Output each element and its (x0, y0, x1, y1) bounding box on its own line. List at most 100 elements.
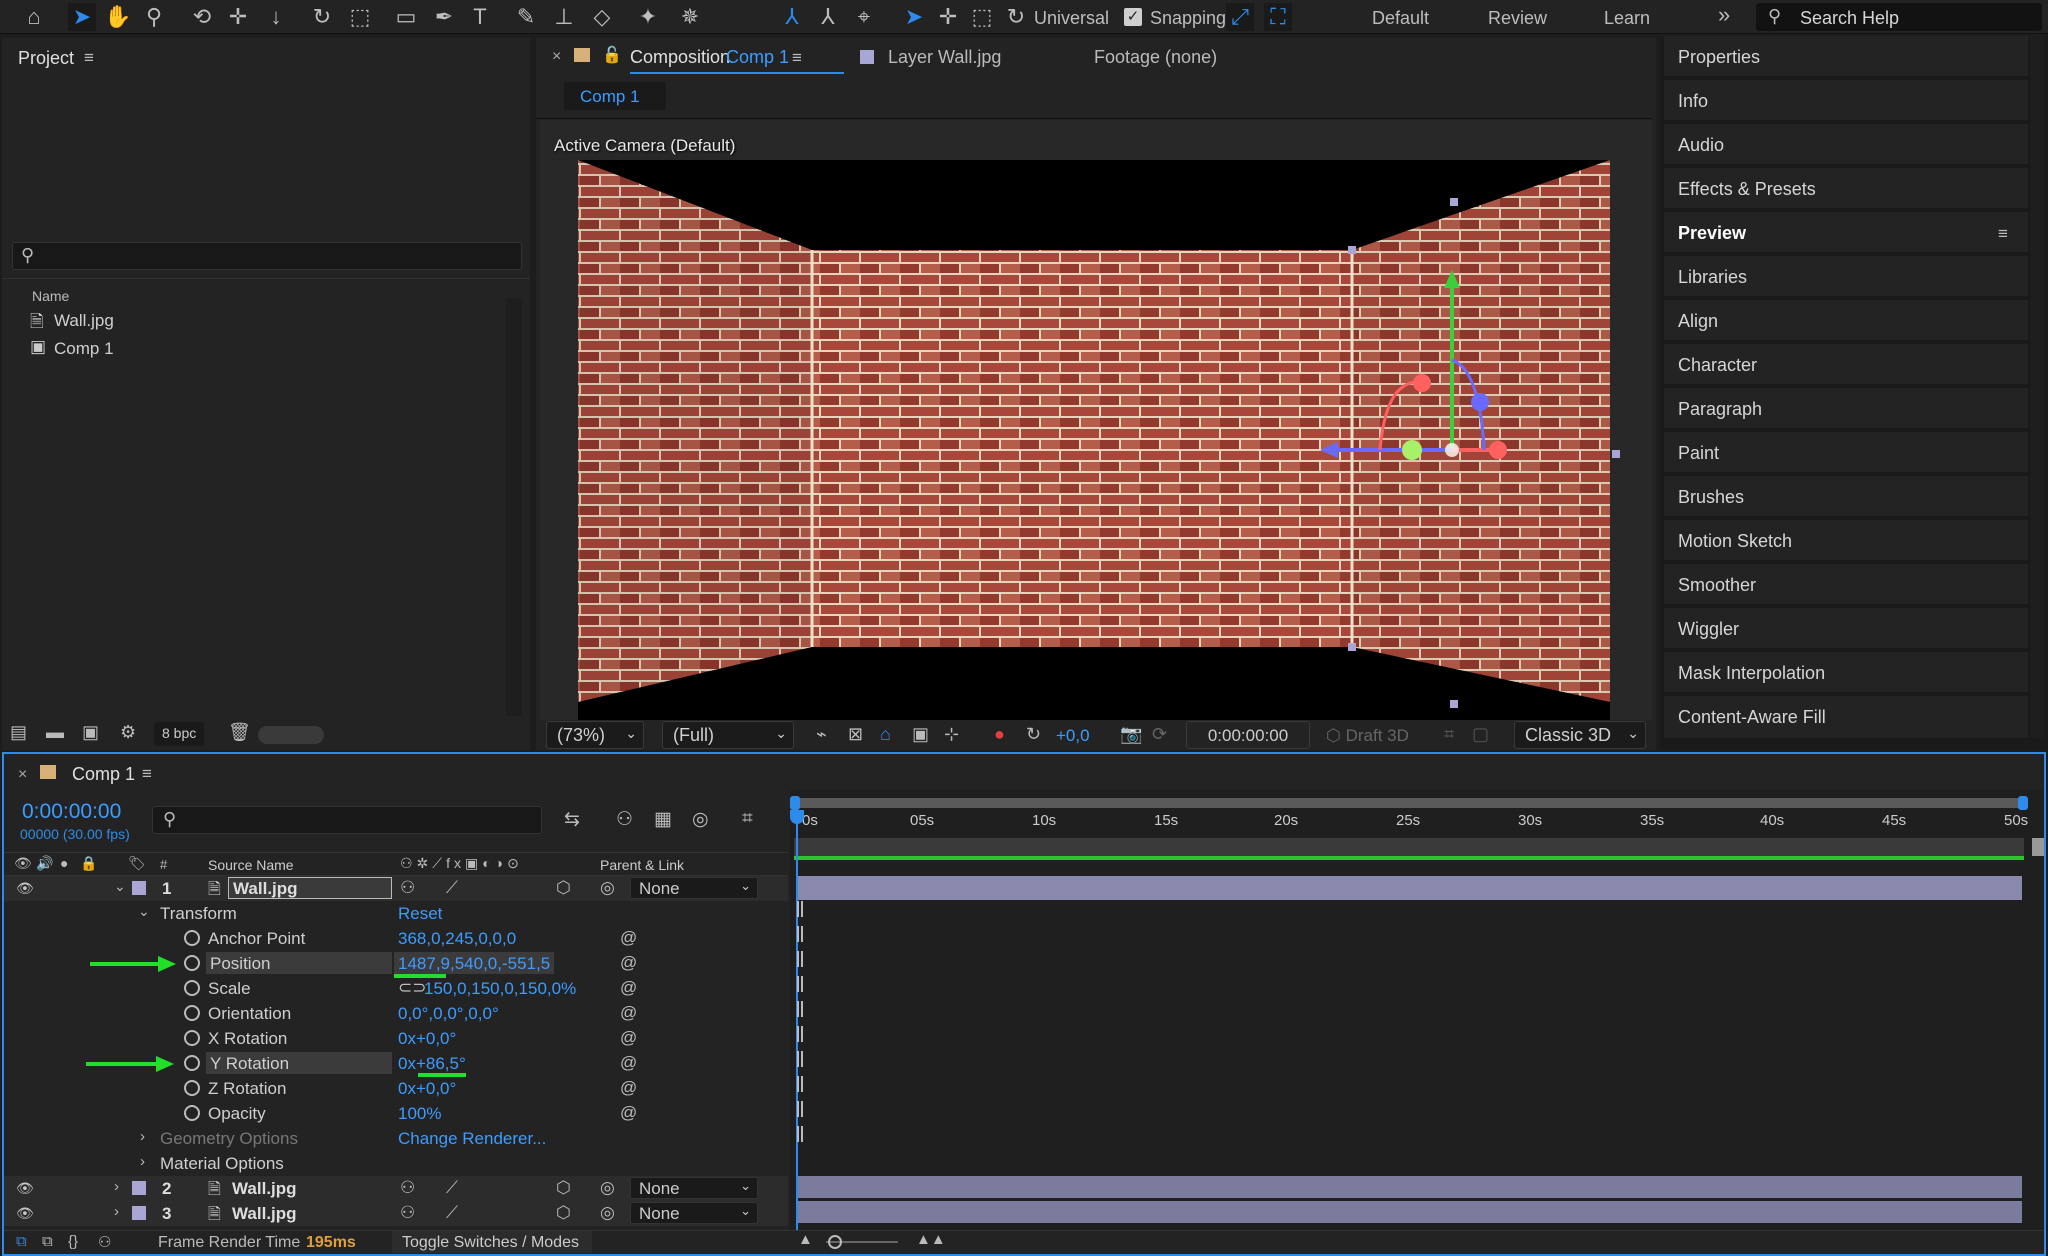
transparency-grid-icon[interactable]: ⊠ (848, 724, 863, 745)
local-axis-icon[interactable]: ⅄ (778, 3, 806, 31)
pen-tool-icon[interactable]: ✒ (430, 3, 458, 31)
3d-layer-switch-icon[interactable]: ⬡ (556, 1203, 571, 1223)
ground-plane-icon[interactable]: ▢ (1472, 724, 1489, 745)
universal-move-icon[interactable]: ➤ (900, 3, 928, 31)
rectangle-tool-icon[interactable]: ▭ (392, 3, 420, 31)
puppet-tool-icon[interactable]: ✵ (676, 3, 704, 31)
snapshot-icon[interactable]: 📷 (1120, 724, 1142, 745)
layer-bar-2[interactable] (796, 1176, 2022, 1198)
zoom-out-icon[interactable]: ▲ (798, 1231, 813, 1248)
keyframe-navigator[interactable] (797, 1001, 803, 1017)
footage-tab[interactable]: Footage (none) (1094, 47, 1217, 68)
constrain-proportions-icon[interactable]: ⊂⊃ (398, 978, 427, 998)
shy-switch-icon[interactable]: ⚇ (400, 1178, 415, 1198)
expression-pickwhip-icon[interactable]: @ (620, 1078, 637, 1098)
motion-blur-icon[interactable]: ◎ (692, 808, 709, 831)
property-value[interactable]: 0x+0,0° (398, 1029, 456, 1049)
quality-switch-icon[interactable]: ⟋ (446, 878, 458, 898)
move-gizmo-icon[interactable]: ✛ (934, 3, 962, 31)
parent-link-header[interactable]: Parent & Link (600, 857, 684, 873)
shy-switch-icon[interactable]: ⚇ (400, 878, 415, 898)
project-item[interactable]: ▣ Comp 1 (12, 336, 506, 362)
panel-libraries[interactable]: Libraries (1664, 256, 2028, 298)
pick-whip-icon[interactable]: ◎ (600, 878, 615, 898)
panel-menu-icon[interactable]: ≡ (142, 764, 152, 784)
timeline-track-area[interactable]: 0s 05s 10s 15s 20s 25s 30s 35s 40s 45s 5… (790, 790, 2044, 1230)
property-row-anchor-point[interactable]: Anchor Point 368,0,245,0,0,0 @ (4, 926, 788, 951)
change-renderer-link[interactable]: Change Renderer... (398, 1129, 546, 1149)
reset-transform-link[interactable]: Reset (398, 904, 442, 924)
stopwatch-icon[interactable] (184, 1030, 200, 1046)
property-value[interactable]: 0x+86,5° (398, 1054, 466, 1074)
composition-tab-title[interactable]: Composition (630, 47, 730, 68)
guides-icon[interactable]: ⊹ (944, 724, 959, 745)
column-header-name[interactable]: Name (32, 288, 69, 304)
layer-label-color[interactable] (132, 1181, 146, 1195)
3d-layer-switch-icon[interactable]: ⬡ (556, 878, 571, 898)
parent-dropdown[interactable]: None ⌄ (630, 1202, 758, 1224)
eye-icon[interactable]: 👁 (16, 880, 34, 897)
panel-audio[interactable]: Audio (1664, 124, 2028, 166)
view-axis-icon[interactable]: ⌖ (850, 3, 878, 31)
reset-exposure-icon[interactable]: ↻ (1026, 724, 1041, 745)
home-icon[interactable]: ⌂ (20, 3, 48, 31)
timeline-zoom-handle[interactable] (828, 1235, 842, 1249)
keyframe-navigator[interactable] (797, 901, 803, 917)
expression-pickwhip-icon[interactable]: @ (620, 1103, 637, 1123)
comp-flow-tab[interactable]: Comp 1 (564, 82, 666, 110)
chevron-down-icon[interactable]: ⌄ (138, 903, 150, 920)
quality-switch-icon[interactable]: ⟋ (446, 1203, 458, 1223)
property-value[interactable]: 368,0,245,0,0,0 (398, 929, 516, 949)
more-workspaces-button[interactable]: » (1718, 2, 1730, 28)
zoom-in-icon[interactable]: ▲▲ (916, 1231, 946, 1248)
panel-motion-sketch[interactable]: Motion Sketch (1664, 520, 2028, 562)
type-tool-icon[interactable]: T (466, 3, 494, 31)
layer-bar-3[interactable] (796, 1201, 2022, 1223)
property-value[interactable]: 0x+0,0° (398, 1079, 456, 1099)
layer-label-color[interactable] (132, 1206, 146, 1220)
roto-brush-icon[interactable]: ✦ (634, 3, 662, 31)
show-snapshot-icon[interactable]: ⟳ (1152, 724, 1167, 745)
fast-preview-icon[interactable]: ⌁ (816, 724, 827, 745)
frame-blending-icon[interactable]: ▦ (654, 808, 672, 831)
panel-wiggler[interactable]: Wiggler (1664, 608, 2028, 650)
work-area-end-handle[interactable] (2018, 796, 2028, 810)
right-panel-scrollbar[interactable] (2030, 38, 2044, 738)
property-value[interactable]: 100% (398, 1104, 441, 1124)
rotate-gizmo-icon[interactable]: ↻ (1002, 3, 1030, 31)
snapping-checkbox[interactable]: ✓ (1124, 8, 1142, 26)
property-value[interactable]: 150,0,150,0,150,0% (424, 979, 576, 999)
time-ruler[interactable]: 0s 05s 10s 15s 20s 25s 30s 35s 40s 45s 5… (790, 810, 2030, 832)
layer-name-field[interactable]: Wall.jpg (228, 877, 392, 899)
layer-name[interactable]: Wall.jpg (232, 1204, 297, 1224)
shy-layers-icon[interactable]: ⚇ (616, 808, 633, 831)
chevron-right-icon[interactable]: › (140, 1128, 145, 1145)
solo-toggle-icon[interactable]: ● (60, 855, 68, 871)
snap-features-icon[interactable]: ⛶ (1264, 3, 1292, 31)
panel-info[interactable]: Info (1664, 80, 2028, 122)
source-name-header[interactable]: Source Name (208, 857, 294, 873)
chevron-down-icon[interactable]: ⌄ (114, 878, 126, 895)
eraser-tool-icon[interactable]: ◇ (588, 3, 616, 31)
graph-editor-icon[interactable]: ⌗ (742, 808, 753, 830)
stopwatch-icon[interactable] (184, 1005, 200, 1021)
quality-switch-icon[interactable]: ⟋ (446, 1178, 458, 1198)
hand-tool-icon[interactable]: ✋ (104, 3, 132, 31)
property-value[interactable]: 0,0°,0,0°,0,0° (398, 1004, 499, 1024)
close-icon[interactable]: × (18, 766, 27, 784)
geometry-options-row[interactable]: › Geometry Options Change Renderer... (4, 1126, 788, 1151)
layer-row-1[interactable]: 👁 ⌄ 1 🗎 Wall.jpg ⚇ ⟋ ⬡ ◎ None ⌄ (4, 876, 788, 901)
stopwatch-icon[interactable] (184, 930, 200, 946)
brush-tool-icon[interactable]: ✎ (512, 3, 540, 31)
stopwatch-icon[interactable] (184, 1080, 200, 1096)
dolly-tool-icon[interactable]: ↓ (262, 3, 290, 31)
search-help-input[interactable]: ⚲ Search Help (1756, 3, 2042, 31)
pick-whip-icon[interactable]: ◎ (600, 1178, 615, 1198)
transform-group-row[interactable]: ⌄ Transform Reset (4, 901, 788, 926)
timeline-timecode[interactable]: 0:00:00:00 (22, 800, 121, 824)
panel-effects-presets[interactable]: Effects & Presets (1664, 168, 2028, 210)
panel-preview[interactable]: Preview (1664, 212, 2028, 254)
comp-mini-flowchart-icon[interactable]: ⇆ (564, 808, 580, 831)
rotation-tool-icon[interactable]: ↻ (308, 3, 336, 31)
comp-viewer[interactable]: Active Camera (Default) (540, 120, 1652, 742)
